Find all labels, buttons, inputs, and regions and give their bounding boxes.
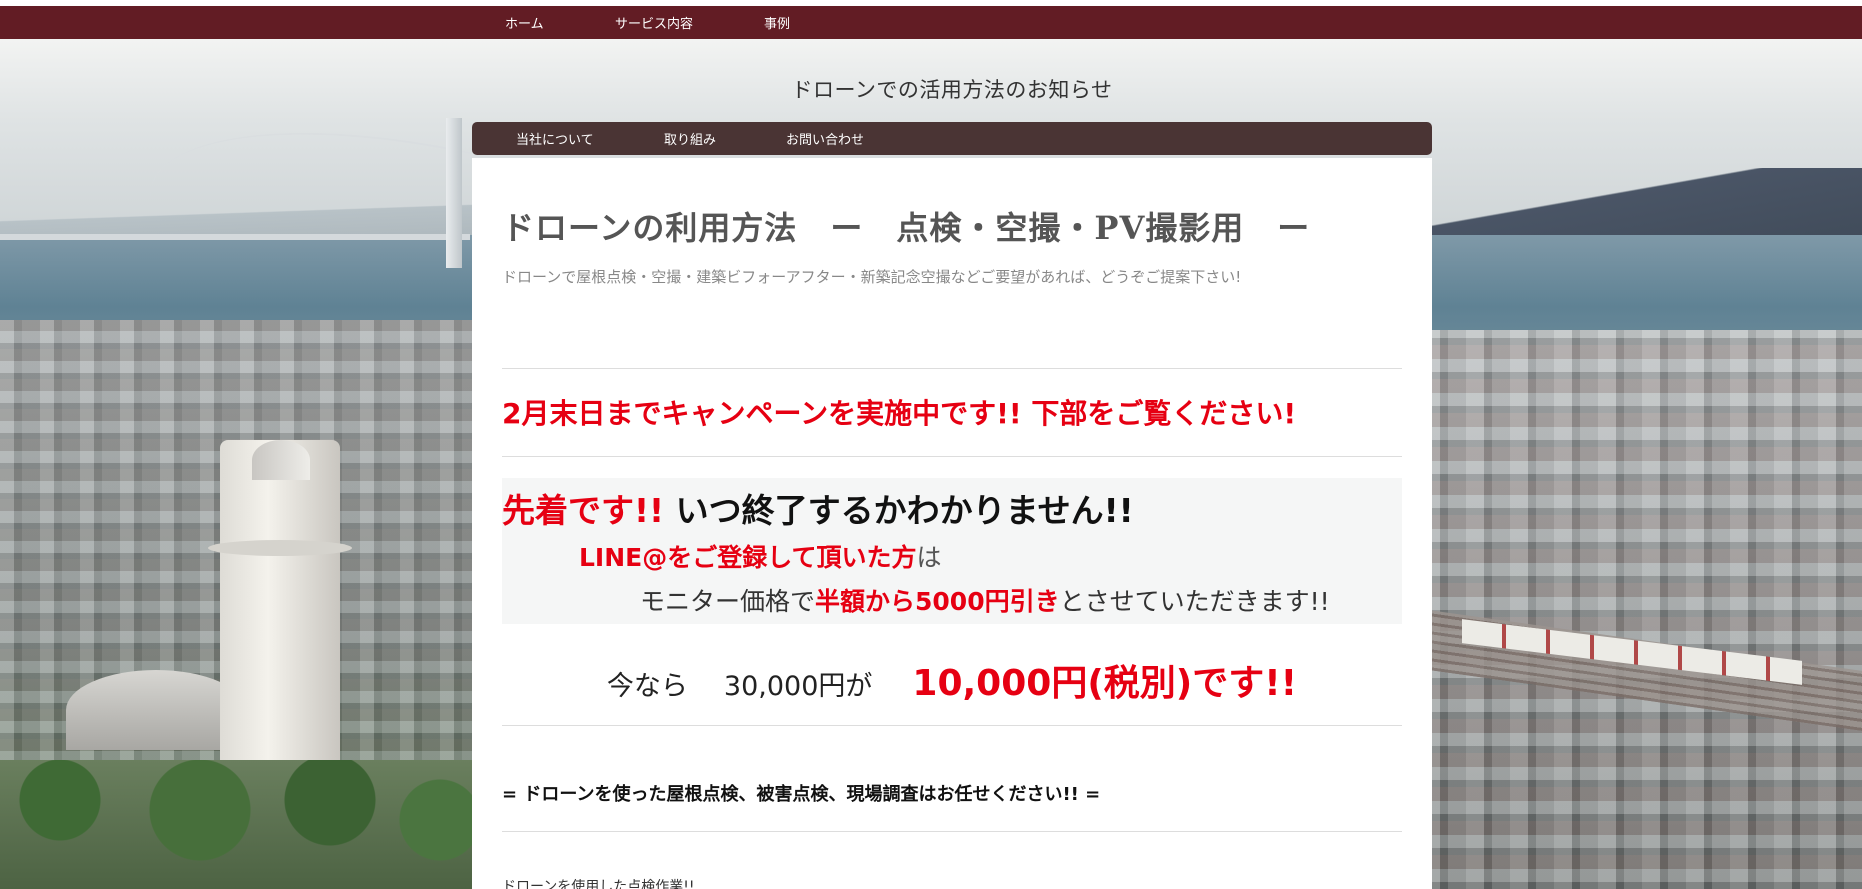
promo-box: 先着です!! いつ終了するかわかりません!! LINE@をご登録して頂いた方は …	[502, 478, 1402, 624]
promo-line-first-come: 先着です!! いつ終了するかわかりません!!	[502, 484, 1134, 532]
promo-line-line-registration: LINE@をご登録して頂いた方は	[579, 538, 942, 574]
promo-first-come-text: 先着です!!	[502, 491, 665, 530]
top-nav-services-link[interactable]: サービス内容	[615, 13, 764, 32]
top-nav-home-link[interactable]: ホーム	[505, 13, 615, 32]
background-dome	[66, 670, 246, 750]
work-note: ドローンを使用した点検作業!!	[502, 879, 695, 889]
sub-nav-about-link[interactable]: 当社について	[516, 129, 664, 148]
sub-nav-initiatives-link[interactable]: 取り組み	[664, 129, 786, 148]
promo-monitor-price-text: モニター価格で	[640, 587, 816, 616]
top-nav-links: ホーム サービス内容 事例	[505, 6, 824, 39]
campaign-notice: 2月末日までキャンペーンを実施中です!! 下部をご覧ください!	[502, 397, 1297, 430]
sub-nav-contact-link[interactable]: お問い合わせ	[786, 129, 886, 148]
sub-nav: 当社について 取り組み お問い合わせ	[472, 122, 1432, 155]
promo-discount-text: 半額から5000円引き	[815, 587, 1060, 616]
price-sale: 10,000円(税別)です!!	[912, 663, 1298, 704]
price-line: 今なら 30,000円が 10,000円(税別)です!!	[472, 654, 1432, 706]
site-title[interactable]: ドローンでの活用方法のお知らせ	[472, 74, 1432, 104]
background-bridge-tower	[446, 118, 462, 268]
price-prefix: 今なら	[606, 671, 688, 702]
divider	[502, 456, 1402, 457]
background-bridge-deck	[0, 234, 470, 240]
background-trees	[0, 760, 480, 889]
background-tower-top	[252, 440, 310, 480]
background-tower	[220, 440, 340, 770]
divider	[502, 725, 1402, 726]
page-title: ドローンの利用方法 ー 点検・空撮・PV撮影用 ー	[502, 209, 1311, 247]
promo-closing-text: とさせていただきます!!	[1059, 587, 1330, 616]
top-nav: ホーム サービス内容 事例	[0, 6, 1862, 39]
page-description: ドローンで屋根点検・空撮・建築ビフォーアフター・新築記念空撮などご要望があれば、…	[502, 268, 1242, 286]
top-nav-cases-link[interactable]: 事例	[764, 13, 824, 32]
promo-line-monitor-price: モニター価格で半額から5000円引きとさせていただきます!!	[640, 582, 1330, 618]
background-tower-ring	[208, 540, 352, 556]
service-heading: = ドローンを使った屋根点検、被害点検、現場調査はお任せください!! =	[502, 784, 1101, 805]
divider	[502, 831, 1402, 832]
divider	[502, 368, 1402, 369]
sub-nav-links: 当社について 取り組み お問い合わせ	[516, 122, 886, 155]
promo-ending-text: いつ終了するかわかりません!!	[664, 491, 1134, 530]
price-original: 30,000円が	[723, 671, 873, 702]
background-city-right	[1422, 330, 1862, 889]
promo-particle-text: は	[916, 543, 942, 572]
promo-line-registration-text: LINE@をご登録して頂いた方	[579, 543, 917, 572]
main-content: ドローンの利用方法 ー 点検・空撮・PV撮影用 ー ドローンで屋根点検・空撮・建…	[472, 158, 1432, 889]
